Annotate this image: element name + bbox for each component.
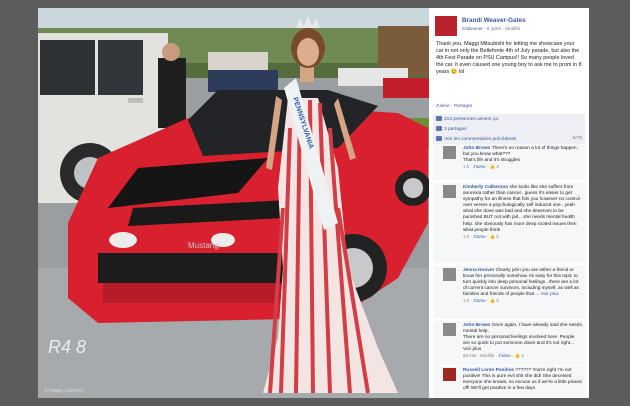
shares-summary-text: 3 partages [444, 126, 467, 132]
comment-meta: 1 h · J'aime · 👍 3 [463, 298, 499, 304]
comment-like-button[interactable]: J'aime [473, 298, 486, 303]
commenter-name[interactable]: John Brown [463, 323, 490, 328]
edited-label: Modifié [505, 26, 521, 31]
likes-summary-text: 213 personnes aiment ça. [444, 116, 500, 122]
pavement-marking: R4 8 [48, 337, 86, 357]
photo-credit: © Image courtesy [44, 388, 84, 394]
thumbs-up-icon: 👍 [514, 353, 521, 359]
thumbs-up-icon: 👍 [489, 233, 495, 239]
comment-count: 6/78 [572, 136, 582, 141]
share-button[interactable]: Partager [454, 104, 472, 109]
comment-extra: There are no personal feelings involved … [463, 335, 575, 353]
photo-scene: Mustang R4 8 PENNSYLVANIA [38, 8, 429, 398]
comment-time[interactable]: 56 min [463, 353, 476, 358]
commenter-name[interactable]: Kimberly Culberson [463, 185, 508, 190]
commenter-name[interactable]: John Brown [463, 146, 490, 151]
comment-item: Jenna Hoover Clearly john you are either… [433, 266, 585, 318]
comment-time[interactable]: 1 h [463, 298, 469, 303]
commenter-name[interactable]: Jenna Hoover [463, 268, 494, 273]
post-sidebar: Brandi Weaver-Gates S'abonner · 8 juille… [429, 8, 589, 398]
see-more-link[interactable]: Voir plus [541, 292, 559, 297]
comment-like-button[interactable]: J'aime [473, 164, 486, 169]
thumbs-up-icon [436, 116, 442, 121]
comment-item: Kimberly Culberson she looks like she su… [433, 183, 585, 263]
likes-summary[interactable]: 213 personnes aiment ça. [433, 114, 585, 124]
post-photo[interactable]: Mustang R4 8 PENNSYLVANIA © Image courte… [38, 8, 429, 398]
post-meta: S'abonner · 8 juillet · Modifié [462, 26, 521, 31]
comment-item: John Brown There's no reason a lot of th… [433, 144, 585, 180]
comment-like-count[interactable]: 2 [496, 234, 498, 239]
shares-summary[interactable]: 3 partages [433, 124, 585, 134]
comment-icon [436, 136, 442, 141]
author-avatar[interactable] [435, 16, 457, 36]
author-name[interactable]: Brandi Weaver-Gates [462, 17, 526, 24]
post-date[interactable]: 8 juillet [487, 26, 501, 31]
thumbs-up-icon: 👍 [489, 298, 495, 304]
comment-time[interactable]: 1 h [463, 164, 469, 169]
commenter-name[interactable]: Russell Loren Positive [463, 368, 514, 373]
post-header: Brandi Weaver-Gates S'abonner · 8 juille… [429, 8, 589, 38]
comment-like-count[interactable]: 3 [496, 298, 498, 303]
comment-time[interactable]: 1 h [463, 234, 469, 239]
comment-like-count[interactable]: 3 [496, 164, 498, 169]
post-text: Thank you, Maggi Mitsubishi for letting … [436, 41, 582, 76]
commenter-avatar[interactable] [443, 146, 456, 159]
comment-meta: 56 min · Modifié · J'aime · 👍 4 [463, 353, 524, 359]
comment-like-count[interactable]: 4 [521, 353, 523, 358]
comment-meta: 1 h · J'aime · 👍 3 [463, 164, 499, 170]
commenter-avatar[interactable] [443, 185, 456, 198]
view-previous-comments-text: Voir les commentaires précédents [444, 136, 517, 142]
comment-extra: That's life and it's struggles [463, 158, 520, 164]
comment-like-button[interactable]: J'aime [498, 353, 511, 358]
commenter-avatar[interactable] [443, 323, 456, 336]
share-icon [436, 126, 442, 131]
comment-item: Russell Loren Positive ?????? You're rig… [433, 366, 585, 398]
like-button[interactable]: J'aime [436, 104, 450, 109]
commenter-avatar[interactable] [443, 268, 456, 281]
comment-edited: Modifié [480, 353, 495, 359]
post-actions: J'aime · Partager [436, 104, 473, 109]
view-previous-comments[interactable]: Voir les commentaires précédents 6/78 [433, 134, 585, 144]
svg-text:Mustang: Mustang [188, 241, 219, 250]
subscribe-link[interactable]: S'abonner [462, 26, 483, 31]
comment-item: John Brown Once again, I have already sa… [433, 321, 585, 365]
commenter-avatar[interactable] [443, 368, 456, 381]
comment-text: she looks like she suffers from anorexia… [463, 185, 580, 233]
thumbs-up-icon: 👍 [489, 164, 495, 170]
comment-meta: 1 h · J'aime · 👍 2 [463, 233, 499, 239]
comment-like-button[interactable]: J'aime [473, 234, 486, 239]
